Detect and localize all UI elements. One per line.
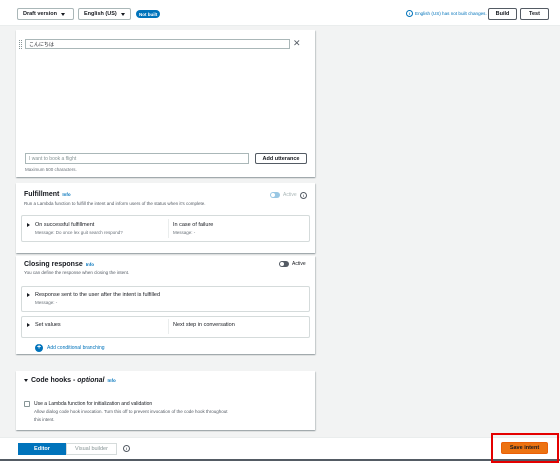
success-fulfillment-message: Message: Do once lex guit search respond… — [35, 230, 123, 235]
info-icon[interactable]: i — [300, 192, 307, 199]
drag-handle-icon[interactable] — [19, 40, 22, 49]
add-utterance-button[interactable]: Add utterance — [255, 153, 307, 164]
chevron-down-icon — [60, 12, 65, 16]
closing-active-label: Active — [292, 261, 306, 267]
bottom-divider — [0, 459, 560, 461]
info-icon: i — [406, 10, 413, 17]
fulfillment-info-link[interactable]: Info — [62, 192, 70, 197]
lambda-checkbox-description-1: Allow dialog code hook invocation. Turn … — [34, 409, 228, 414]
top-toolbar: Draft version English (US) Not built i E… — [0, 0, 560, 26]
closing-response-description: You can define the response when closing… — [24, 270, 130, 275]
closing-response-card[interactable] — [21, 286, 310, 312]
build-notice[interactable]: i English (US) has not built changes. — [406, 10, 487, 17]
build-button[interactable]: Build — [488, 8, 517, 20]
collapse-triangle-icon — [24, 378, 28, 382]
fulfillment-card[interactable] — [21, 215, 310, 242]
failure-message: Message: - — [173, 230, 196, 235]
lambda-checkbox[interactable] — [24, 401, 30, 407]
expand-triangle-icon[interactable] — [27, 223, 30, 227]
add-conditional-branching-link[interactable]: Add conditional branching — [47, 345, 105, 351]
closing-active-toggle[interactable] — [279, 261, 289, 267]
fulfillment-active-label: Active — [283, 192, 297, 198]
status-badge: Not built — [136, 10, 161, 18]
info-icon[interactable]: i — [123, 445, 130, 452]
version-dropdown[interactable]: Draft version — [17, 8, 74, 20]
closing-response-message: Message: - — [35, 300, 58, 305]
code-hooks-optional: optional — [77, 377, 105, 384]
language-dropdown[interactable]: English (US) — [78, 8, 131, 20]
fulfillment-description: Run a Lambda function to fulfill the int… — [24, 201, 206, 206]
lambda-checkbox-description-2: this intent. — [34, 417, 55, 422]
fulfillment-active-toggle[interactable] — [270, 192, 280, 198]
code-hooks-info-link[interactable]: Info — [108, 378, 116, 383]
lambda-checkbox-label: Use a Lambda function for initialization… — [34, 401, 153, 407]
success-fulfillment-title: On successful fulfillment — [35, 222, 95, 228]
closing-response-row-title: Response sent to the user after the inte… — [35, 292, 161, 298]
column-divider — [168, 319, 169, 334]
test-button[interactable]: Test — [520, 8, 549, 20]
fulfillment-title-text: Fulfillment — [24, 191, 60, 198]
set-values-card[interactable] — [21, 316, 310, 338]
close-icon[interactable]: ✕ — [293, 38, 301, 49]
chevron-down-icon — [120, 12, 125, 16]
toggle-knob — [280, 262, 284, 266]
utterance-field[interactable]: こんにちは — [25, 39, 290, 49]
max-characters-hint: Maximum 500 characters. — [25, 167, 77, 172]
expand-triangle-icon[interactable] — [27, 293, 30, 297]
next-step-label: Next step in conversation — [173, 322, 235, 328]
expand-triangle-icon[interactable] — [27, 323, 30, 327]
code-hooks-title[interactable]: Code hooks - optional Info — [24, 377, 116, 384]
failure-title: In case of failure — [173, 222, 214, 228]
set-values-label: Set values — [35, 322, 61, 328]
language-dropdown-label: English (US) — [84, 11, 117, 17]
new-utterance-input[interactable]: I want to book a flight — [25, 153, 249, 164]
save-intent-button[interactable]: Save intent — [501, 442, 548, 454]
tab-visual-builder[interactable]: Visual builder — [66, 443, 117, 455]
version-dropdown-label: Draft version — [23, 11, 57, 17]
tab-editor[interactable]: Editor — [18, 443, 66, 455]
code-hooks-title-text: Code hooks - — [31, 377, 78, 384]
fulfillment-title: Fulfillment Info — [24, 191, 71, 198]
column-divider — [168, 219, 169, 238]
closing-title-text: Closing response — [24, 261, 83, 268]
closing-info-link[interactable]: Info — [86, 262, 94, 267]
build-notice-text: English (US) has not built changes. — [415, 11, 487, 16]
toggle-knob — [271, 193, 275, 197]
closing-response-title: Closing response Info — [24, 261, 94, 268]
plus-icon[interactable]: + — [35, 344, 43, 352]
